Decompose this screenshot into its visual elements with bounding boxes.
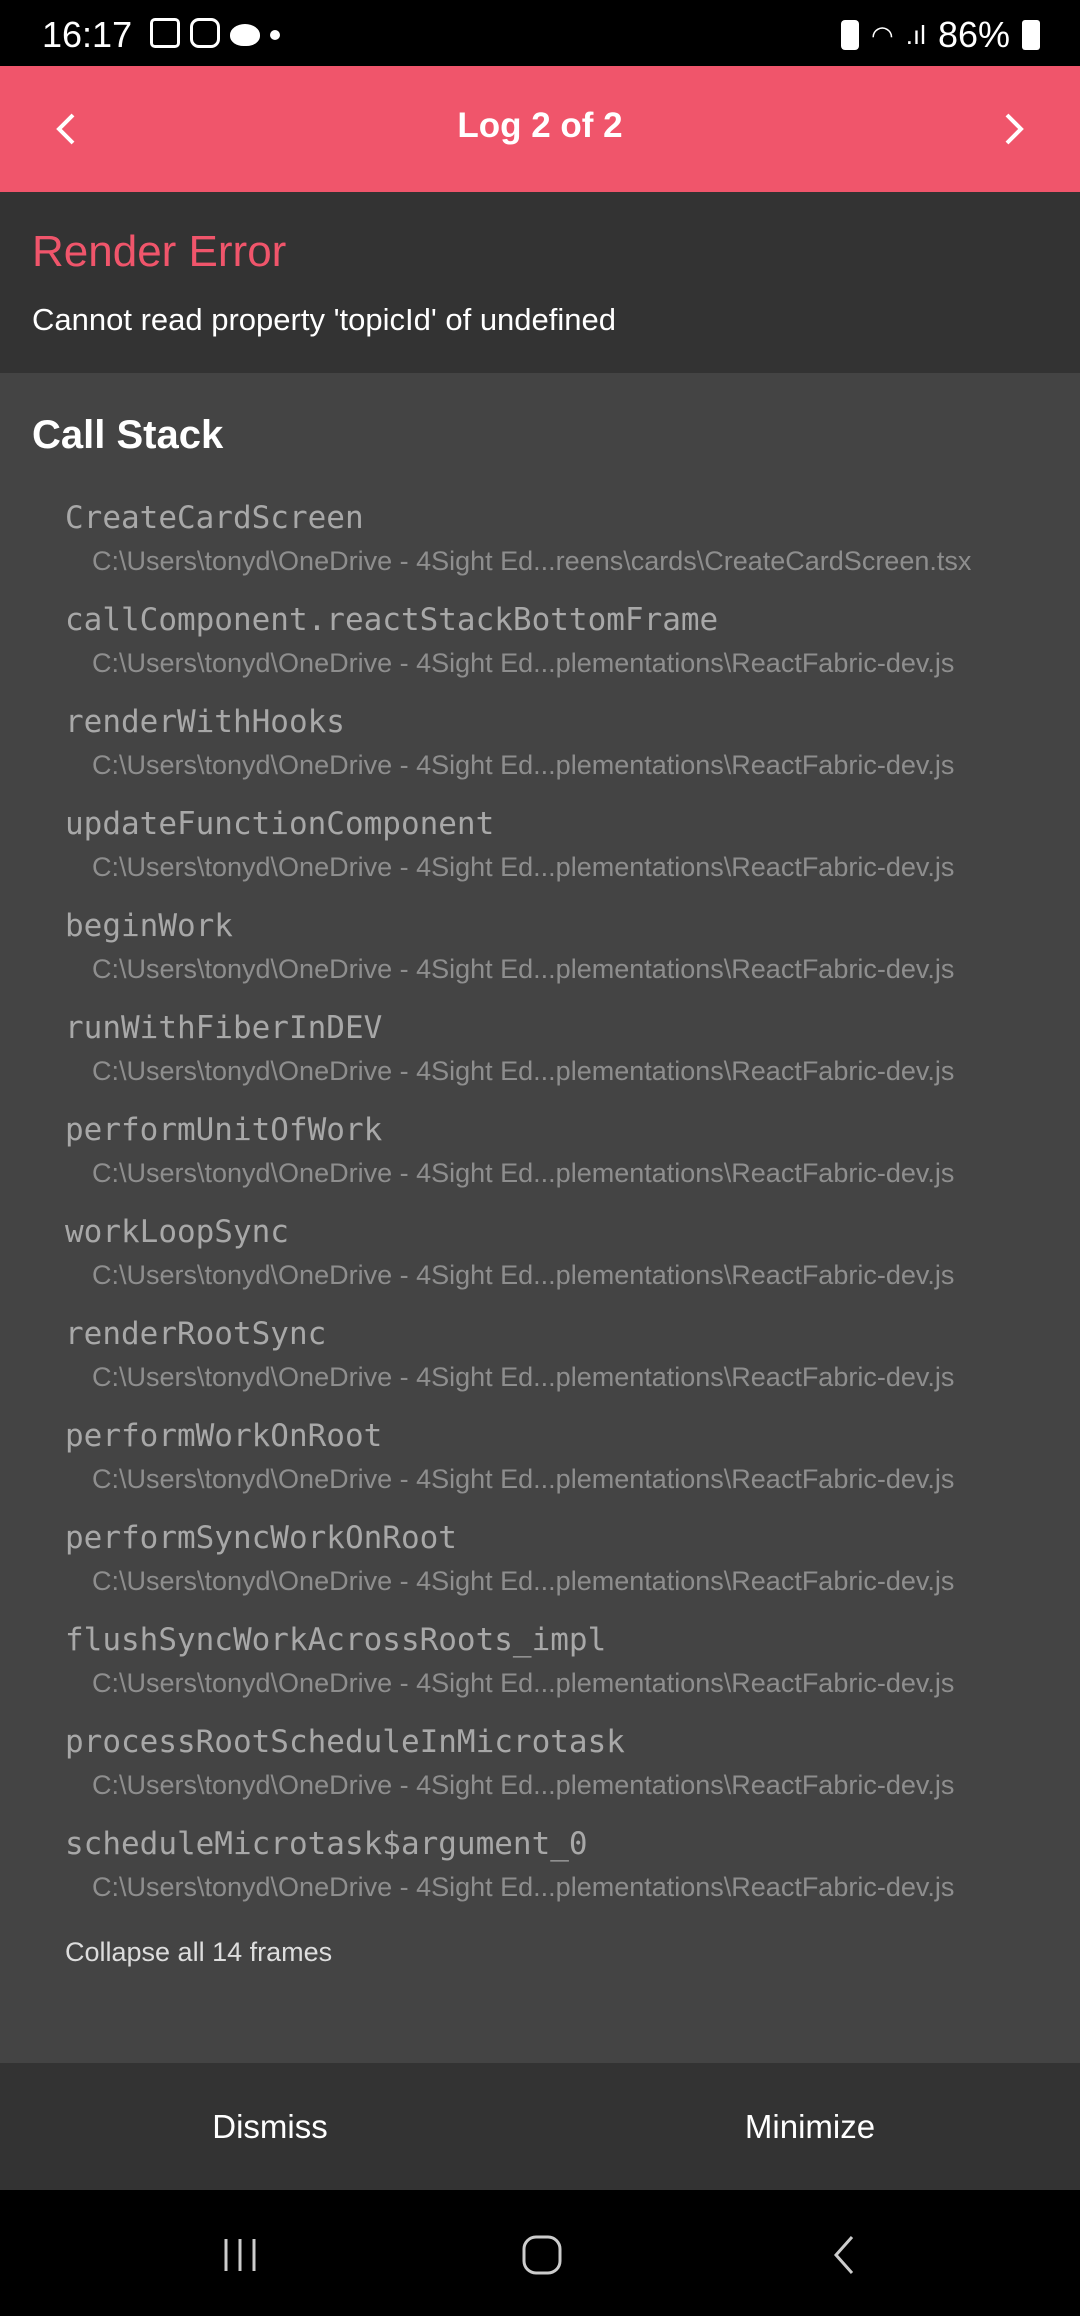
chevron-right-icon xyxy=(1005,113,1024,145)
frame-file-path: C:\Users\tonyd\OneDrive - 4Sight Ed...pl… xyxy=(92,750,955,780)
dot-icon xyxy=(270,30,280,40)
recent-apps-icon xyxy=(224,2239,256,2271)
stack-frame[interactable]: callComponent.reactStackBottomFrame C:\U… xyxy=(0,598,1080,700)
stack-frame[interactable]: performWorkOnRoot C:\Users\tonyd\OneDriv… xyxy=(0,1414,1080,1516)
frame-function-name: performUnitOfWork xyxy=(65,1112,383,1148)
battery-icon xyxy=(1022,20,1040,50)
frame-file-path: C:\Users\tonyd\OneDrive - 4Sight Ed...pl… xyxy=(92,954,955,984)
battery-percent: 86% xyxy=(937,14,1010,55)
wifi-icon: ◠ xyxy=(871,19,894,50)
stack-frame[interactable]: performUnitOfWork C:\Users\tonyd\OneDriv… xyxy=(0,1108,1080,1210)
frame-function-name: processRootScheduleInMicrotask xyxy=(65,1724,625,1760)
status-bar: 16:17 ◠ .ıl 86% xyxy=(0,0,1080,66)
frame-file-path: C:\Users\tonyd\OneDrive - 4Sight Ed...pl… xyxy=(92,1158,955,1188)
frame-file-path: C:\Users\tonyd\OneDrive - 4Sight Ed...pl… xyxy=(92,1566,955,1596)
frame-file-path: C:\Users\tonyd\OneDrive - 4Sight Ed...pl… xyxy=(92,1362,955,1392)
error-summary: Render Error Cannot read property 'topic… xyxy=(0,192,1080,373)
frame-function-name: flushSyncWorkAcrossRoots_impl xyxy=(65,1622,607,1658)
stack-frame[interactable]: CreateCardScreen C:\Users\tonyd\OneDrive… xyxy=(0,496,1080,598)
back-button[interactable] xyxy=(815,2230,875,2280)
frame-function-name: renderWithHooks xyxy=(65,704,345,740)
frame-function-name: runWithFiberInDEV xyxy=(65,1010,383,1046)
frame-file-path: C:\Users\tonyd\OneDrive - 4Sight Ed...pl… xyxy=(92,1464,955,1494)
log-counter: Log 2 of 2 xyxy=(457,106,623,145)
call-stack-list: CreateCardScreen C:\Users\tonyd\OneDrive… xyxy=(0,496,1080,1924)
system-nav-bar xyxy=(0,2190,1080,2316)
frame-function-name: performSyncWorkOnRoot xyxy=(65,1520,457,1556)
stack-frame[interactable]: renderRootSync C:\Users\tonyd\OneDrive -… xyxy=(0,1312,1080,1414)
log-header: Log 2 of 2 xyxy=(0,66,1080,192)
collapse-frames-button[interactable]: Collapse all 14 frames xyxy=(65,1937,332,1968)
frame-function-name: renderRootSync xyxy=(65,1316,327,1352)
frame-file-path: C:\Users\tonyd\OneDrive - 4Sight Ed...pl… xyxy=(92,1056,955,1086)
stack-frame[interactable]: scheduleMicrotask$argument_0 C:\Users\to… xyxy=(0,1822,1080,1924)
frame-function-name: scheduleMicrotask$argument_0 xyxy=(65,1826,588,1862)
frame-file-path: C:\Users\tonyd\OneDrive - 4Sight Ed...pl… xyxy=(92,852,955,882)
frame-function-name: callComponent.reactStackBottomFrame xyxy=(65,602,719,638)
call-stack-title: Call Stack xyxy=(32,413,224,457)
frame-file-path: C:\Users\tonyd\OneDrive - 4Sight Ed...pl… xyxy=(92,1668,955,1698)
stack-frame[interactable]: workLoopSync C:\Users\tonyd\OneDrive - 4… xyxy=(0,1210,1080,1312)
home-button[interactable] xyxy=(512,2230,572,2280)
frame-function-name: performWorkOnRoot xyxy=(65,1418,383,1454)
minimize-button[interactable]: Minimize xyxy=(540,2063,1080,2190)
frame-file-path: C:\Users\tonyd\OneDrive - 4Sight Ed...pl… xyxy=(92,1770,955,1800)
recent-apps-button[interactable] xyxy=(210,2230,270,2280)
frame-file-path: C:\Users\tonyd\OneDrive - 4Sight Ed...pl… xyxy=(92,648,955,678)
error-title: Render Error xyxy=(32,227,287,276)
stack-frame[interactable]: updateFunctionComponent C:\Users\tonyd\O… xyxy=(0,802,1080,904)
reddit-icon xyxy=(230,24,260,46)
status-time: 16:17 xyxy=(42,14,133,55)
error-message: Cannot read property 'topicId' of undefi… xyxy=(32,302,617,337)
instagram-icon xyxy=(190,18,220,48)
stack-frame[interactable]: beginWork C:\Users\tonyd\OneDrive - 4Sig… xyxy=(0,904,1080,1006)
stack-frame[interactable]: processRootScheduleInMicrotask C:\Users\… xyxy=(0,1720,1080,1822)
back-icon xyxy=(833,2236,854,2274)
frame-function-name: workLoopSync xyxy=(65,1214,289,1250)
dismiss-button[interactable]: Dismiss xyxy=(0,2063,540,2190)
stack-frame[interactable]: renderWithHooks C:\Users\tonyd\OneDrive … xyxy=(0,700,1080,802)
frame-file-path: C:\Users\tonyd\OneDrive - 4Sight Ed...pl… xyxy=(92,1260,955,1290)
frame-function-name: CreateCardScreen xyxy=(65,500,364,536)
gallery-icon xyxy=(150,18,180,48)
next-log-button[interactable] xyxy=(984,99,1044,159)
frame-function-name: beginWork xyxy=(65,908,233,944)
home-icon xyxy=(522,2235,562,2275)
frame-file-path: C:\Users\tonyd\OneDrive - 4Sight Ed...pl… xyxy=(92,1872,955,1902)
signal-icon: .ıl xyxy=(905,19,926,50)
battery-saver-icon xyxy=(841,20,860,50)
stack-frame[interactable]: runWithFiberInDEV C:\Users\tonyd\OneDriv… xyxy=(0,1006,1080,1108)
frame-function-name: updateFunctionComponent xyxy=(65,806,495,842)
stack-frame[interactable]: flushSyncWorkAcrossRoots_impl C:\Users\t… xyxy=(0,1618,1080,1720)
footer: Dismiss Minimize xyxy=(0,2063,1080,2190)
frame-file-path: C:\Users\tonyd\OneDrive - 4Sight Ed...re… xyxy=(92,546,972,576)
stack-frame[interactable]: performSyncWorkOnRoot C:\Users\tonyd\One… xyxy=(0,1516,1080,1618)
